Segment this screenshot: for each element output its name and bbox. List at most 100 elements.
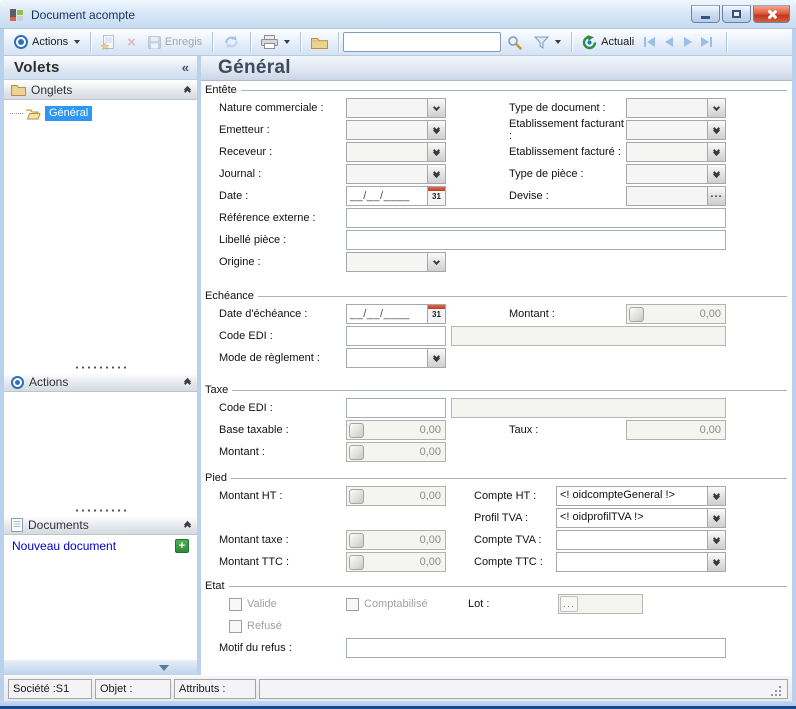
group-entete-legend: Entête <box>201 83 792 97</box>
chevron-down-icon[interactable] <box>427 99 445 117</box>
reference-externe-input[interactable] <box>346 208 726 228</box>
chevron-down-icon[interactable] <box>427 253 445 271</box>
libelle-piece-input[interactable] <box>346 230 726 250</box>
nature-commerciale-combo[interactable] <box>346 98 446 118</box>
panel-splitter-handle[interactable] <box>4 505 197 515</box>
ellipsis-button[interactable]: ... <box>707 187 725 205</box>
double-chevron-down-icon[interactable] <box>427 121 445 139</box>
chevron-up-icon[interactable] <box>185 522 190 529</box>
calendar-icon[interactable]: 31 <box>427 305 445 323</box>
double-chevron-down-icon[interactable] <box>707 553 725 571</box>
code-edi-taxe-input[interactable] <box>346 398 446 418</box>
profil-tva-combo[interactable]: <! oidprofilTVA !> <box>556 508 726 528</box>
double-chevron-down-icon[interactable] <box>707 121 725 139</box>
double-chevron-down-icon[interactable] <box>707 143 725 161</box>
document-icon <box>11 518 23 532</box>
code-edi-echeance-input[interactable] <box>346 326 446 346</box>
etablissement-facture-combo[interactable] <box>626 142 726 162</box>
app-window: Document acompte Actions × Enregis <box>0 0 796 709</box>
etablissement-facturant-combo[interactable] <box>626 120 726 140</box>
double-chevron-down-icon[interactable] <box>707 531 725 549</box>
minimize-button[interactable] <box>691 5 720 23</box>
double-chevron-down-icon[interactable] <box>427 165 445 183</box>
nav-last-button[interactable] <box>697 32 716 52</box>
tree-item-general[interactable]: Général <box>4 105 197 122</box>
add-document-button[interactable]: + <box>175 539 189 553</box>
emetteur-combo[interactable] <box>346 120 446 140</box>
amount-button[interactable] <box>629 307 644 322</box>
toolbar-separator <box>571 32 572 52</box>
receveur-combo[interactable] <box>346 142 446 162</box>
group-taxe-legend: Taxe <box>201 383 792 397</box>
close-button[interactable] <box>753 5 790 23</box>
resize-grip[interactable] <box>779 686 781 688</box>
amount-button[interactable] <box>349 423 364 438</box>
amount-button[interactable] <box>349 555 364 570</box>
mode-reglement-combo[interactable] <box>346 348 446 368</box>
chevron-down-icon[interactable] <box>707 99 725 117</box>
amount-button[interactable] <box>349 489 364 504</box>
double-chevron-down-icon[interactable] <box>707 165 725 183</box>
double-chevron-down-icon[interactable] <box>427 349 445 367</box>
compte-ht-combo[interactable]: <! oidcompteGeneral !> <box>556 486 726 506</box>
title-bar[interactable]: Document acompte <box>0 0 796 29</box>
date-field[interactable]: __/__/____ 31 <box>346 186 446 206</box>
compte-ttc-combo[interactable] <box>556 552 726 572</box>
window-bottom-border <box>0 701 796 709</box>
actions-section-header[interactable]: Actions <box>4 372 197 392</box>
save-button[interactable]: Enregis <box>142 33 208 52</box>
actions-button[interactable]: Actions <box>8 32 86 52</box>
refuse-label: Refusé <box>247 620 282 632</box>
type-piece-combo[interactable] <box>626 164 726 184</box>
nav-first-button[interactable] <box>640 32 659 52</box>
chevron-up-icon[interactable] <box>185 379 190 386</box>
search-button[interactable] <box>501 32 528 53</box>
search-input[interactable] <box>343 32 501 52</box>
refresh-button[interactable] <box>217 32 246 52</box>
amount-button[interactable] <box>349 445 364 460</box>
double-chevron-down-icon[interactable] <box>707 509 725 527</box>
actualiser-button[interactable]: Actuali <box>576 32 640 53</box>
comptabilise-checkbox[interactable] <box>346 598 359 611</box>
date-echeance-field[interactable]: __/__/____ 31 <box>346 304 446 324</box>
documents-section-header[interactable]: Documents <box>4 515 197 535</box>
volets-panel: Volets « Onglets Général Actions Documen… <box>4 56 197 675</box>
collapse-panel-button[interactable]: « <box>182 60 189 75</box>
calendar-icon[interactable]: 31 <box>427 187 445 205</box>
toolbar-separator <box>726 32 727 52</box>
double-chevron-down-icon[interactable] <box>707 487 725 505</box>
valide-checkbox[interactable] <box>229 598 242 611</box>
montant-taxe-section-field: 0,00 <box>346 442 446 462</box>
double-chevron-down-icon[interactable] <box>427 143 445 161</box>
filter-button[interactable] <box>528 33 567 52</box>
date-echeance-label: Date d'échéance : <box>219 308 346 320</box>
ellipsis-button[interactable]: ... <box>560 596 578 612</box>
print-button[interactable] <box>255 32 296 52</box>
refuse-checkbox[interactable] <box>229 620 242 633</box>
new-document-link[interactable]: Nouveau document <box>12 539 116 553</box>
sidebar-collapse-bar[interactable] <box>4 659 197 675</box>
panel-splitter-handle[interactable] <box>4 362 197 372</box>
nav-next-button[interactable] <box>678 32 697 52</box>
delete-button[interactable]: × <box>121 32 142 53</box>
refuse-checkbox-wrap: Refusé <box>229 620 346 633</box>
amount-button[interactable] <box>349 533 364 548</box>
motif-refus-input[interactable] <box>346 638 726 658</box>
type-document-combo[interactable] <box>626 98 726 118</box>
maximize-button[interactable] <box>722 5 751 23</box>
devise-field[interactable]: ... <box>626 186 726 206</box>
new-document-button[interactable] <box>95 32 121 53</box>
onglets-section-header[interactable]: Onglets <box>4 80 197 100</box>
toolbar-separator <box>90 32 91 52</box>
reference-externe-label: Référence externe : <box>219 212 346 224</box>
type-document-label: Type de document : <box>509 102 626 114</box>
filter-funnel-icon <box>534 36 549 49</box>
origine-combo[interactable] <box>346 252 446 272</box>
journal-combo[interactable] <box>346 164 446 184</box>
compte-tva-combo[interactable] <box>556 530 726 550</box>
chevron-down-icon <box>284 40 290 44</box>
chevron-up-icon[interactable] <box>185 87 190 94</box>
group-echeance-legend: Echéance <box>201 289 792 303</box>
open-folder-button[interactable] <box>305 33 334 52</box>
nav-previous-button[interactable] <box>659 32 678 52</box>
